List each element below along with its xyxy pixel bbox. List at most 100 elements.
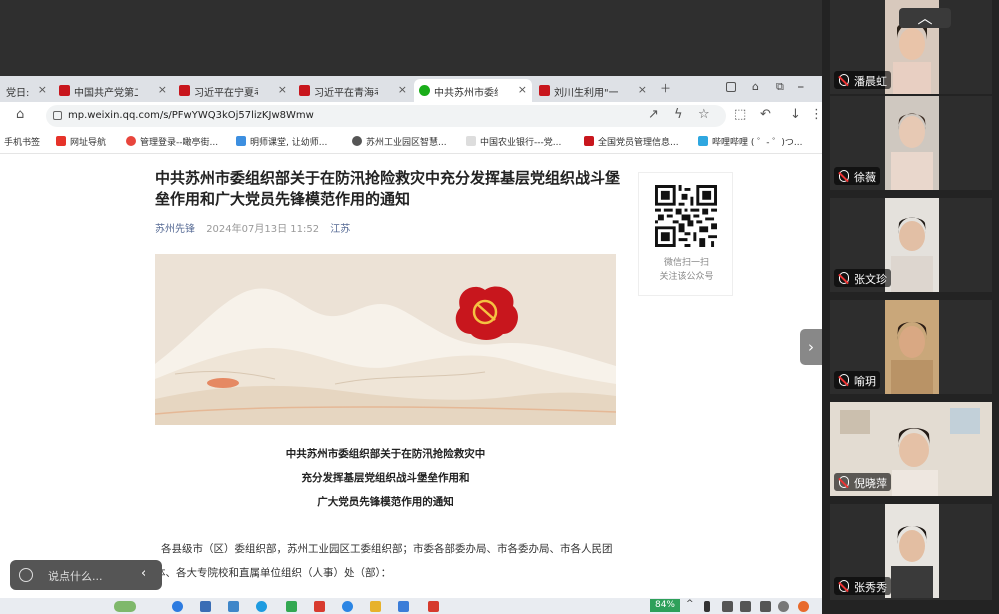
tray-icon[interactable] [798, 601, 809, 612]
wps-icon[interactable] [428, 601, 439, 612]
tray-icon[interactable] [760, 601, 771, 612]
account-link[interactable]: 苏州先锋 [155, 224, 195, 235]
tab-0[interactable]: 党日: × [0, 79, 52, 102]
comment-placeholder: 说点什么... [48, 570, 103, 583]
app-icon[interactable] [200, 601, 211, 612]
extension-icon[interactable]: ⬚ [734, 107, 746, 122]
weather-icon[interactable] [114, 601, 136, 612]
muted-mic-icon [839, 476, 849, 488]
qr-caption-line1: 微信扫一扫 [663, 258, 709, 268]
close-tab-icon[interactable]: × [38, 83, 47, 96]
participant-name-tag: 张秀秀 [834, 577, 891, 595]
publish-datetime: 2024年07月13日 11:52 [206, 224, 320, 235]
bookmark-icon [466, 136, 476, 146]
app-icon[interactable] [398, 601, 409, 612]
new-tab-icon[interactable]: ＋ [660, 80, 671, 96]
url-text: mp.weixin.qq.com/s/PFwYWQ3kOj57lizKJw8Wm… [68, 110, 314, 121]
article-meta: 苏州先锋 2024年07月13日 11:52 江苏 [155, 220, 350, 235]
tab-label: 习近平在宁夏考察 [194, 88, 258, 99]
notice-heading-line1: 中共苏州市委组织部关于在防汛抢险救灾中 [285, 448, 486, 460]
muted-mic-icon [839, 74, 849, 86]
participant-tile[interactable]: 喻玥 [830, 300, 992, 394]
participant-video [885, 504, 939, 598]
tab-label: 中共苏州市委组织 [434, 88, 498, 99]
bookmark-item[interactable]: 明师课堂, 让幼师... [236, 135, 327, 148]
participant-video [885, 96, 939, 190]
chevron-up-icon[interactable]: ︿ [899, 8, 951, 28]
close-tab-icon[interactable]: × [278, 83, 287, 96]
qr-caption-line2: 关注该公众号 [659, 272, 714, 282]
participant-tile[interactable]: 倪晓萍 [830, 402, 992, 496]
bookmark-icon [236, 136, 246, 146]
tab-5[interactable]: 刘川生利用"一把手 × [534, 79, 652, 102]
bookmark-item[interactable]: 管理登录--瞰亭街... [126, 135, 218, 148]
tab-strip: 党日: × 中国共产党第二十 × 习近平在宁夏考察 × 习近平在青海考察 × 中共苏州… [0, 76, 822, 102]
party-emblem-icon [539, 85, 550, 96]
chevron-left-icon[interactable]: ‹ [141, 566, 146, 581]
close-tab-icon[interactable]: × [518, 83, 527, 96]
participant-tile[interactable]: 张秀秀 [830, 504, 992, 600]
download-icon[interactable]: ↓ [790, 107, 801, 122]
tab-label: 习近平在青海考察 [314, 88, 378, 99]
participant-tile[interactable]: ︿ 潘晨虹 [830, 0, 992, 94]
notice-heading-line3: 广大党员先锋模范作用的通知 [317, 496, 454, 508]
article-title: 中共苏州市委组织部关于在防汛抢险救灾中充分发挥基层党组织战斗堡垒作用和广大党员先… [155, 169, 621, 208]
muted-mic-icon [839, 580, 849, 592]
participant-gallery: ︿ 潘晨虹 徐薇 张文珍 喻玥 倪晓萍 张秀秀 [822, 0, 999, 614]
comment-box[interactable]: 说点什么... ‹ [10, 560, 162, 590]
chevron-right-icon[interactable]: › [800, 329, 822, 365]
bookmark-item[interactable]: 全国党员管理信息... [584, 135, 679, 148]
party-emblem-icon [179, 85, 190, 96]
tab-3[interactable]: 习近平在青海考察 × [294, 79, 412, 102]
extensions-icon[interactable]: ⧉ [776, 80, 784, 94]
bookmark-item[interactable]: 苏州工业园区智慧... [352, 135, 447, 148]
more-icon[interactable]: ⋮ [810, 107, 822, 122]
meeting-top-area [0, 0, 822, 76]
edge-icon[interactable] [172, 601, 183, 612]
emoji-icon[interactable] [19, 568, 33, 582]
bookmark-item[interactable]: 网址导航 [56, 135, 106, 148]
close-tab-icon[interactable]: × [638, 83, 647, 96]
chevron-up-icon[interactable]: ^ [686, 599, 697, 610]
muted-mic-icon [839, 374, 849, 386]
volume-icon[interactable] [704, 601, 710, 612]
app-icon[interactable] [228, 601, 239, 612]
chat-icon[interactable] [342, 601, 353, 612]
qr-code-card: 微信扫一扫 关注该公众号 [638, 172, 733, 296]
tray-icon[interactable] [778, 601, 789, 612]
browser-icon[interactable] [256, 601, 267, 612]
collections-icon[interactable]: ⌂ [752, 80, 759, 93]
participant-tile[interactable]: 张文珍 [830, 198, 992, 292]
undo-icon[interactable]: ↶ [760, 107, 771, 122]
browser-window: 党日: × 中国共产党第二十 × 习近平在宁夏考察 × 习近平在青海考察 × 中共苏州… [0, 76, 822, 614]
bookmarks-bar: 手机书签 网址导航 管理登录--瞰亭街... 明师课堂, 让幼师... 苏州工业… [0, 130, 822, 154]
url-field[interactable]: mp.weixin.qq.com/s/PFwYWQ3kOj57lizKJw8Wm… [46, 105, 726, 127]
close-tab-icon[interactable]: × [398, 83, 407, 96]
app-icon[interactable] [286, 601, 297, 612]
participant-name-tag: 潘晨虹 [834, 71, 891, 89]
tab-2[interactable]: 习近平在宁夏考察 × [174, 79, 292, 102]
wps-icon[interactable] [314, 601, 325, 612]
participant-name-tag: 倪晓萍 [834, 473, 891, 491]
bookmark-item[interactable]: 哔哩哔哩 ( ゜- ゜)つ... [698, 135, 802, 148]
folder-icon[interactable] [370, 601, 381, 612]
close-tab-icon[interactable]: × [158, 83, 167, 96]
home-icon[interactable]: ⌂ [16, 107, 24, 122]
minimize-icon[interactable]: ⎯ [798, 80, 804, 94]
bookmark-item[interactable]: 手机书签 [4, 135, 40, 148]
participant-name-tag: 张文珍 [834, 269, 891, 287]
battery-indicator[interactable]: 84% [650, 599, 680, 612]
participant-tile[interactable]: 徐薇 [830, 96, 992, 190]
tab-search-icon[interactable] [726, 82, 736, 92]
tray-icon[interactable] [722, 601, 733, 612]
bookmark-item[interactable]: 中国农业银行---党... [466, 135, 561, 148]
tab-1[interactable]: 中国共产党第二十 × [54, 79, 172, 102]
bookmark-icon [584, 136, 594, 146]
bookmark-icon [56, 136, 66, 146]
flash-icon[interactable]: ϟ [674, 107, 683, 122]
tray-icon[interactable] [740, 601, 751, 612]
muted-mic-icon [839, 272, 849, 284]
tab-4-active[interactable]: 中共苏州市委组织 × [414, 79, 532, 102]
share-icon[interactable]: ↗ [648, 107, 659, 122]
favorite-star-icon[interactable]: ☆ [698, 107, 710, 122]
